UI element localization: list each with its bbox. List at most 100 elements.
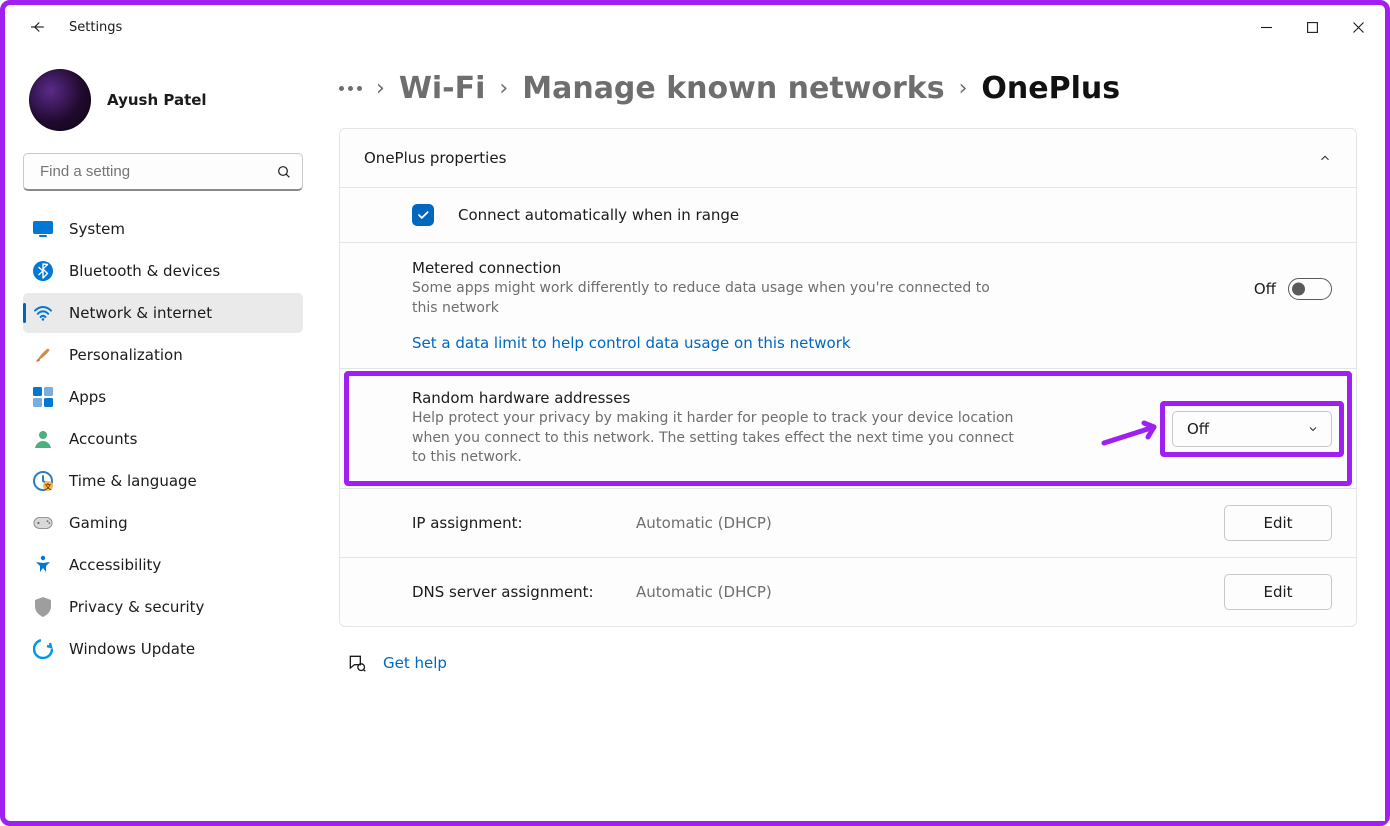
maximize-button[interactable]: [1289, 11, 1335, 43]
row-data-limit-link: Set a data limit to help control data us…: [340, 334, 1356, 368]
sidebar-item-gaming[interactable]: Gaming: [23, 503, 303, 543]
brush-icon: [33, 345, 53, 365]
edit-label: Edit: [1263, 514, 1292, 532]
close-icon: [1353, 22, 1364, 33]
profile[interactable]: Ayush Patel: [23, 57, 303, 149]
metered-desc: Some apps might work differently to redu…: [412, 279, 1012, 318]
privacy-icon: [33, 597, 53, 617]
search-input[interactable]: [23, 153, 303, 191]
breadcrumb: › Wi-Fi › Manage known networks › OnePlu…: [339, 57, 1357, 128]
row-ip-assignment: IP assignment: Automatic (DHCP) Edit: [340, 488, 1356, 557]
sidebar-item-time[interactable]: 文 Time & language: [23, 461, 303, 501]
random-hw-controls: Off: [1172, 411, 1332, 447]
svg-text:文: 文: [45, 482, 53, 491]
sidebar-item-label: Windows Update: [69, 640, 195, 658]
random-hw-desc: Help protect your privacy by making it h…: [412, 409, 1032, 468]
row-auto-connect[interactable]: Connect automatically when in range: [340, 187, 1356, 242]
chevron-down-icon: [1307, 423, 1319, 435]
card-title: OnePlus properties: [364, 149, 506, 167]
sidebar-item-label: Gaming: [69, 514, 128, 532]
chevron-right-icon: ›: [499, 76, 508, 101]
sidebar-item-label: Network & internet: [69, 304, 212, 322]
minimize-button[interactable]: [1243, 11, 1289, 43]
dns-value: Automatic (DHCP): [636, 583, 1200, 601]
auto-connect-checkbox[interactable]: [412, 204, 434, 226]
metered-toggle[interactable]: Off: [1254, 278, 1332, 300]
sidebar-item-label: Accessibility: [69, 556, 161, 574]
chevron-up-icon: [1318, 151, 1332, 165]
sidebar-item-label: Personalization: [69, 346, 183, 364]
get-help-row: Get help: [339, 627, 1357, 673]
sidebar-item-bluetooth[interactable]: Bluetooth & devices: [23, 251, 303, 291]
time-icon: 文: [33, 471, 53, 491]
titlebar: Settings: [5, 5, 1385, 49]
check-icon: [416, 208, 430, 222]
sidebar-item-label: Time & language: [69, 472, 197, 490]
ip-value: Automatic (DHCP): [636, 514, 1200, 532]
apps-icon: [33, 387, 53, 407]
bluetooth-icon: [33, 261, 53, 281]
chevron-right-icon: ›: [376, 76, 385, 101]
wifi-icon: [33, 303, 53, 323]
breadcrumb-manage-networks[interactable]: Manage known networks: [522, 71, 944, 106]
sidebar-item-accounts[interactable]: Accounts: [23, 419, 303, 459]
chevron-right-icon: ›: [959, 76, 968, 101]
sidebar-item-update[interactable]: Windows Update: [23, 629, 303, 669]
sidebar-item-label: Bluetooth & devices: [69, 262, 220, 280]
minimize-icon: [1261, 22, 1272, 33]
arrow-left-icon: [28, 18, 46, 36]
auto-connect-label: Connect automatically when in range: [458, 206, 739, 224]
breadcrumb-current: OnePlus: [981, 71, 1120, 106]
profile-name: Ayush Patel: [107, 91, 207, 109]
sidebar-item-system[interactable]: System: [23, 209, 303, 249]
maximize-icon: [1307, 22, 1318, 33]
ip-label: IP assignment:: [412, 514, 612, 532]
dns-edit-button[interactable]: Edit: [1224, 574, 1332, 610]
avatar: [29, 69, 91, 131]
sidebar-item-label: Accounts: [69, 430, 137, 448]
random-hw-text: Random hardware addresses Help protect y…: [412, 389, 1148, 468]
sidebar-item-personalization[interactable]: Personalization: [23, 335, 303, 375]
metered-text: Metered connection Some apps might work …: [412, 259, 1230, 318]
sidebar-item-privacy[interactable]: Privacy & security: [23, 587, 303, 627]
row-dns-assignment: DNS server assignment: Automatic (DHCP) …: [340, 557, 1356, 626]
sidebar-item-label: Apps: [69, 388, 106, 406]
edit-label: Edit: [1263, 583, 1292, 601]
search-icon: [276, 164, 292, 180]
sidebar: Ayush Patel System Bluetooth & devic: [5, 49, 315, 821]
get-help-link[interactable]: Get help: [383, 654, 447, 672]
data-limit-link[interactable]: Set a data limit to help control data us…: [412, 334, 851, 352]
nav: System Bluetooth & devices Network & int…: [23, 209, 303, 669]
breadcrumb-wifi[interactable]: Wi-Fi: [399, 71, 486, 106]
search-field[interactable]: [38, 162, 276, 181]
random-hw-value: Off: [1187, 420, 1209, 438]
sidebar-item-accessibility[interactable]: Accessibility: [23, 545, 303, 585]
sidebar-item-label: Privacy & security: [69, 598, 204, 616]
ip-edit-button[interactable]: Edit: [1224, 505, 1332, 541]
main-content: › Wi-Fi › Manage known networks › OnePlu…: [315, 49, 1385, 821]
dns-label: DNS server assignment:: [412, 583, 612, 601]
back-button[interactable]: [17, 7, 57, 47]
accessibility-icon: [33, 555, 53, 575]
toggle-off-icon: [1288, 278, 1332, 300]
help-icon: [347, 653, 367, 673]
sidebar-item-network[interactable]: Network & internet: [23, 293, 303, 333]
gaming-icon: [33, 513, 53, 533]
account-icon: [33, 429, 53, 449]
card-header[interactable]: OnePlus properties: [340, 129, 1356, 187]
system-icon: [33, 219, 53, 239]
random-hw-title: Random hardware addresses: [412, 389, 1148, 407]
metered-title: Metered connection: [412, 259, 1230, 277]
row-metered: Metered connection Some apps might work …: [340, 242, 1356, 334]
breadcrumb-overflow-button[interactable]: [339, 86, 362, 91]
properties-card: OnePlus properties Connect automatically…: [339, 128, 1357, 627]
update-icon: [33, 639, 53, 659]
sidebar-item-label: System: [69, 220, 125, 238]
metered-state: Off: [1254, 280, 1276, 298]
caption-controls: [1243, 11, 1381, 43]
random-hw-dropdown[interactable]: Off: [1172, 411, 1332, 447]
app-title: Settings: [69, 20, 122, 35]
row-random-hw: Random hardware addresses Help protect y…: [340, 368, 1356, 488]
sidebar-item-apps[interactable]: Apps: [23, 377, 303, 417]
close-button[interactable]: [1335, 11, 1381, 43]
